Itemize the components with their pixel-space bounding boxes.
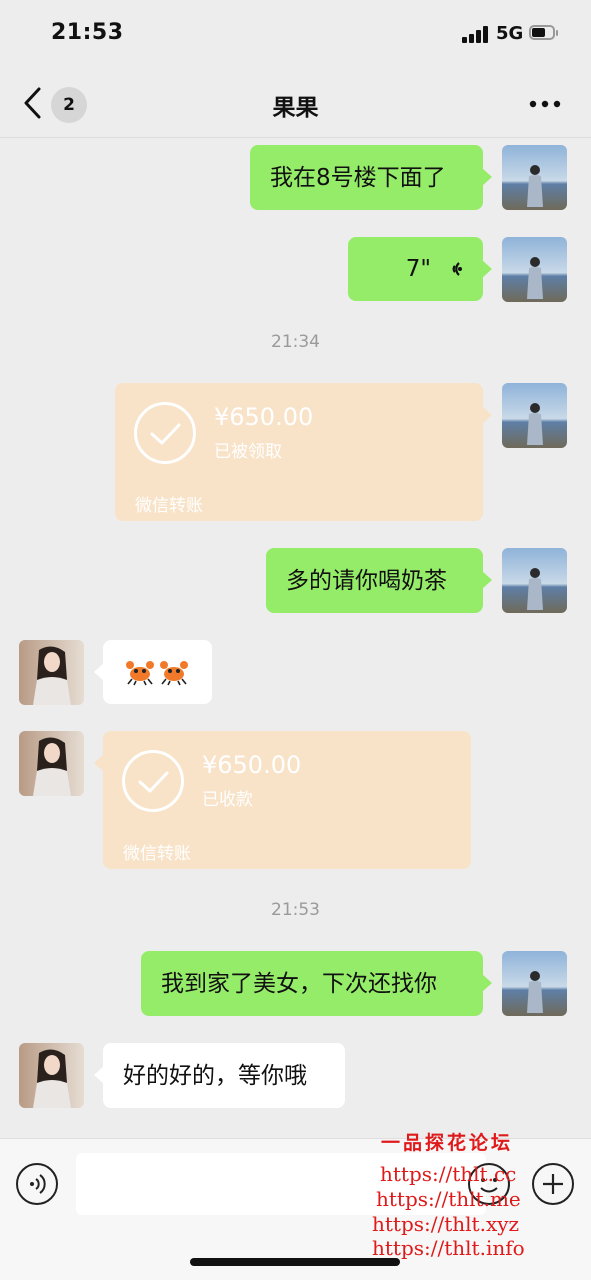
transfer-status: 已被领取 <box>214 442 282 462</box>
watermark-link: https://thlt.cc <box>380 1162 517 1186</box>
chat-header: 2 果果 <box>0 68 591 138</box>
transfer-card[interactable]: ¥650.00 已收款 微信转账 <box>103 731 471 869</box>
transfer-check-icon <box>122 750 184 812</box>
message-bubble[interactable]: 多的请你喝奶茶 <box>266 548 483 613</box>
transfer-amount: ¥650.00 <box>202 751 302 779</box>
contact-avatar[interactable] <box>19 1043 84 1108</box>
home-indicator[interactable] <box>190 1258 400 1266</box>
transfer-source: 微信转账 <box>123 844 191 864</box>
signal-icon <box>462 26 490 43</box>
my-avatar[interactable] <box>502 237 567 302</box>
contact-avatar[interactable] <box>19 640 84 705</box>
more-options-icon[interactable] <box>527 94 563 114</box>
watermark-link: https://thlt.me <box>376 1187 521 1211</box>
watermark-title: 一品探花论坛 <box>381 1132 514 1154</box>
transfer-source: 微信转账 <box>135 496 203 516</box>
my-avatar[interactable] <box>502 383 567 448</box>
status-time: 21:53 <box>51 20 124 45</box>
message-bubble[interactable]: 我到家了美女，下次还找你 <box>141 951 483 1016</box>
transfer-amount: ¥650.00 <box>214 403 314 431</box>
message-bubble[interactable]: 我在8号楼下面了 <box>250 145 483 210</box>
transfer-status: 已收款 <box>202 790 253 810</box>
chat-timestamp: 21:53 <box>271 900 320 920</box>
network-type: 5G <box>496 23 524 44</box>
battery-icon <box>529 25 559 42</box>
watermark-link: https://thlt.info <box>372 1236 525 1260</box>
message-bubble[interactable]: 好的好的，等你哦 <box>103 1043 345 1108</box>
voice-message-bubble[interactable]: 7" <box>348 237 483 301</box>
voice-duration: 7" <box>405 256 431 282</box>
transfer-check-icon <box>134 402 196 464</box>
chat-timestamp: 21:34 <box>271 332 320 352</box>
my-avatar[interactable] <box>502 548 567 613</box>
my-avatar[interactable] <box>502 951 567 1016</box>
my-avatar[interactable] <box>502 145 567 210</box>
add-attachment-icon[interactable] <box>532 1163 574 1205</box>
transfer-card[interactable]: ¥650.00 已被领取 微信转账 <box>115 383 483 521</box>
voice-input-icon[interactable] <box>16 1163 58 1205</box>
voice-wave-icon <box>452 262 462 276</box>
emoji-bubble[interactable] <box>103 640 212 704</box>
crab-sticker-icon <box>126 661 154 686</box>
contact-avatar[interactable] <box>19 731 84 796</box>
chat-title: 果果 <box>272 95 319 121</box>
status-bar: 21:53 5G <box>0 0 591 68</box>
crab-sticker-icon <box>160 661 188 686</box>
watermark-link: https://thlt.xyz <box>372 1212 520 1236</box>
